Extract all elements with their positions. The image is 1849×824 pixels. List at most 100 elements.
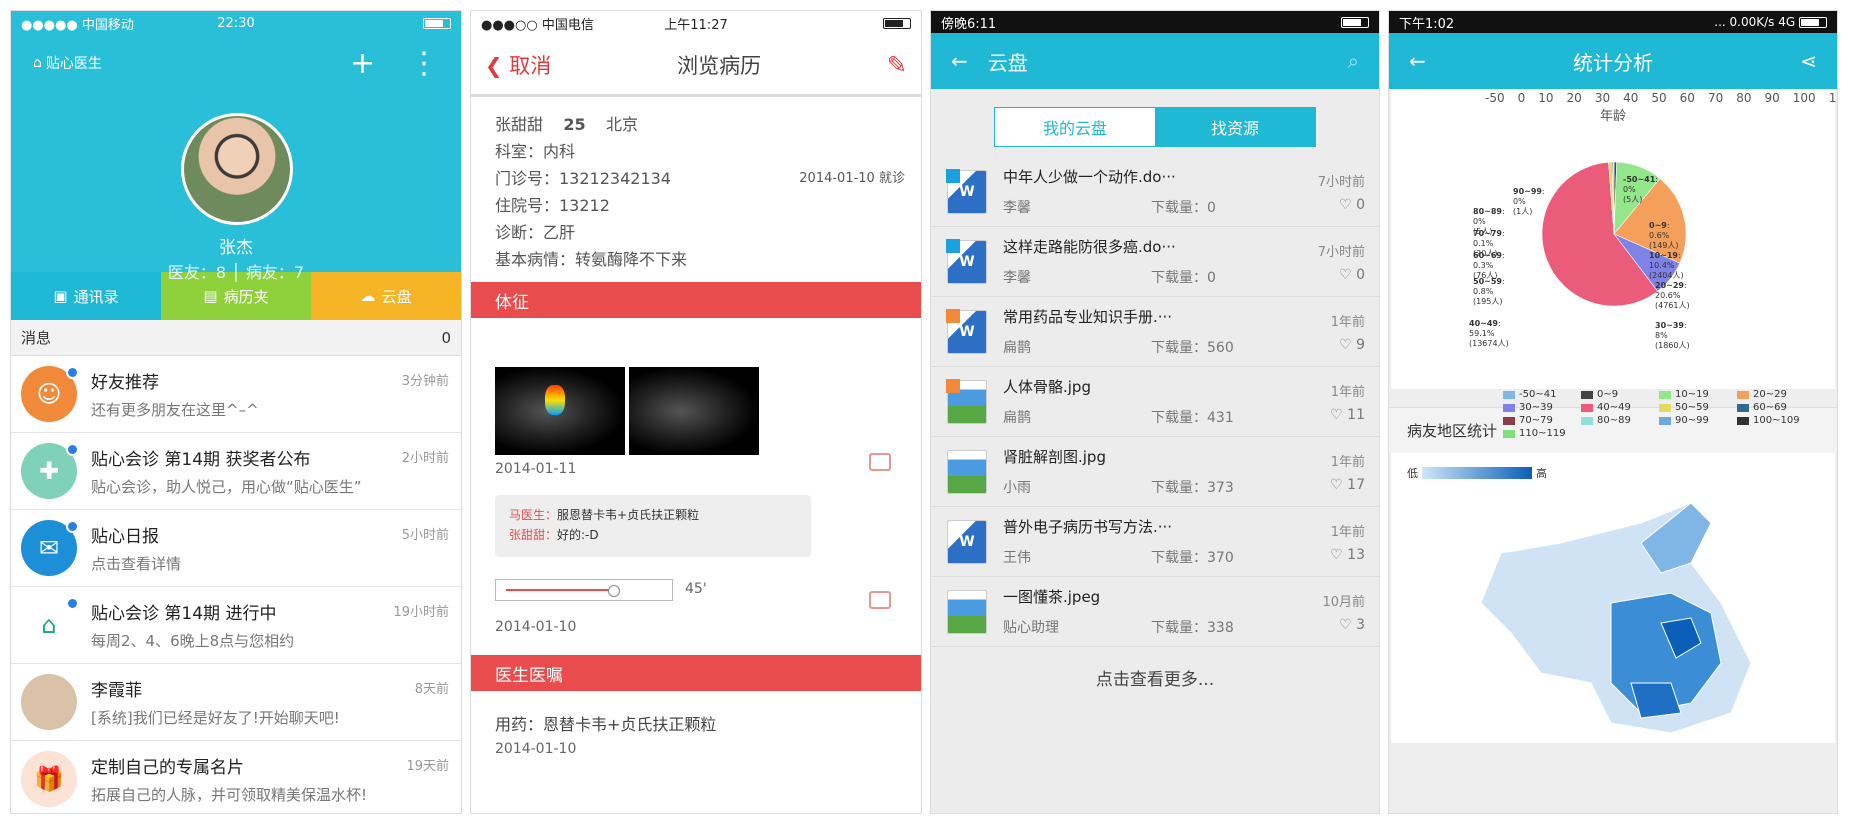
edit-icon[interactable]: ✎	[887, 51, 907, 79]
message-item[interactable]: ✚ 贴心会诊 第14期 获奖者公布 贴心会诊，助人悦己，用心做“贴心医生” 2小时前	[11, 433, 461, 510]
pie-data-label: 0~9: 0.6% (149人)	[1649, 221, 1679, 250]
screen-cloud-disk: 傍晚6:11 ← 云盘 ⌕ 我的云盘 找资源 W 中年人少做一个动作.do··· 李…	[930, 10, 1380, 814]
legend-entry[interactable]: 80~89	[1581, 415, 1659, 426]
label-count: 1860人	[1658, 341, 1687, 350]
medication: 用药：恩替卡韦+贞氏扶正颗粒	[495, 715, 717, 734]
heart-icon: ♡	[1339, 617, 1352, 633]
like-button[interactable]: ♡ 17	[1330, 477, 1365, 493]
message-item[interactable]: ☺ 好友推荐 还有更多朋友在这里^–^ 3分钟前	[11, 356, 461, 433]
ultrasound-image[interactable]	[629, 367, 759, 455]
back-arrow-icon[interactable]: ←	[1409, 49, 1426, 73]
file-time: 7小时前	[1317, 245, 1365, 260]
china-map[interactable]	[1391, 483, 1837, 743]
message-preview: 点击查看详情	[91, 555, 182, 573]
file-item[interactable]: W 这样走路能防很多癌.do··· 李馨 下载量：0 7小时前 ♡ 0	[931, 227, 1379, 297]
calendar-icon[interactable]	[869, 453, 891, 471]
patient-dept: 科室：内科	[495, 142, 576, 161]
legend-label: 100~109	[1753, 415, 1800, 426]
file-item[interactable]: 肾脏解剖图.jpg 小雨 下载量：373 1年前 ♡ 17	[931, 437, 1379, 507]
legend-entry[interactable]: 60~69	[1737, 402, 1815, 413]
message-title: 好友推荐	[91, 373, 159, 393]
mail-icon: ✉	[21, 520, 79, 576]
audio-player[interactable]	[495, 579, 673, 601]
download-count: 下载量：431	[1151, 410, 1234, 426]
like-button[interactable]: ♡ 0	[1339, 267, 1365, 283]
medication-date: 2014-01-10	[495, 741, 577, 757]
add-button[interactable]: +	[350, 46, 375, 81]
search-icon[interactable]: ⌕	[1348, 49, 1359, 73]
screen-profile: ●●●●● 中国移动 22:30 ⌂ 贴心医生 + ⋮ 张杰 医友：8 │ 病友：…	[10, 10, 462, 814]
label-count: 13674人	[1472, 339, 1506, 348]
cancel-button[interactable]: ❮ 取消	[485, 50, 551, 80]
gift-icon: 🎁	[21, 751, 77, 807]
battery-icon	[883, 17, 911, 29]
legend-label: 60~69	[1753, 402, 1787, 413]
user-avatar[interactable]	[181, 113, 293, 225]
file-item[interactable]: W 普外电子病历书写方法.··· 王伟 下载量：370 1年前 ♡ 13	[931, 507, 1379, 577]
legend-swatch	[1737, 390, 1749, 399]
legend-entry[interactable]: 110~119	[1503, 428, 1581, 439]
section-vitals: 体征	[471, 282, 921, 318]
heart-icon: ♡	[1330, 477, 1343, 493]
file-item[interactable]: W 中年人少做一个动作.do··· 李馨 下载量：0 7小时前 ♡ 0	[931, 157, 1379, 227]
tab-find-resources[interactable]: 找资源	[1155, 108, 1315, 146]
like-button[interactable]: ♡ 11	[1330, 407, 1365, 423]
legend-entry[interactable]: 100~109	[1737, 415, 1815, 426]
load-more-button[interactable]: 点击查看更多...	[931, 647, 1379, 690]
age-tick: 90	[1764, 91, 1780, 105]
legend-entry[interactable]: 0~9	[1581, 389, 1659, 400]
tab-my-cloud[interactable]: 我的云盘	[995, 108, 1155, 146]
file-item[interactable]: 一图懂茶.jpeg 贴心助理 下载量：338 10月前 ♡ 3	[931, 577, 1379, 647]
like-button[interactable]: ♡ 0	[1339, 197, 1365, 213]
screen-medical-record: ●●●○○ 中国电信 上午11:27 ❮ 取消 浏览病历 ✎ 张甜甜 25 北京…	[470, 10, 922, 814]
label-range: 0~9	[1649, 221, 1667, 230]
word-file-icon: W	[946, 238, 987, 284]
calendar-icon[interactable]	[869, 591, 891, 609]
label-pct: 8	[1655, 331, 1661, 340]
file-item[interactable]: W 常用药品专业知识手册.··· 扁鹊 下载量：560 1年前 ♡ 9	[931, 297, 1379, 367]
age-tick: 100	[1792, 91, 1816, 105]
label-count: 195人	[1476, 297, 1500, 306]
legend-swatch	[1503, 429, 1515, 438]
user-stats[interactable]: 医友：8 │ 病友：7	[11, 259, 461, 283]
message-item[interactable]: ⌂ 贴心会诊 第14期 进行中 每周2、4、6晚上8点与您相约 19小时前	[11, 587, 461, 664]
patient-info: 张甜甜 25 北京 科室：内科 门诊号：13212342134 2014-01-1…	[471, 97, 921, 282]
legend-entry[interactable]: 10~19	[1659, 389, 1737, 400]
message-title: 贴心会诊 第14期 获奖者公布	[91, 450, 311, 470]
nav-bar: ← 云盘 ⌕	[931, 33, 1379, 89]
message-item[interactable]: 李霞菲 [系统]我们已经是好友了!开始聊天吧! 8天前	[11, 664, 461, 741]
message-item[interactable]: 🎁 定制自己的专属名片 拓展自己的人脉，并可领取精美保温水杯! 19天前	[11, 741, 461, 813]
more-menu-button[interactable]: ⋮	[409, 46, 439, 81]
legend-entry[interactable]: 40~49	[1581, 402, 1659, 413]
legend-entry[interactable]: 50~59	[1659, 402, 1737, 413]
legend-entry[interactable]: -50~41	[1503, 389, 1581, 400]
like-button[interactable]: ♡ 3	[1339, 617, 1365, 633]
tab-label: 通讯录	[73, 287, 119, 306]
download-count: 下载量：338	[1151, 620, 1234, 636]
legend-entry[interactable]: 90~99	[1659, 415, 1737, 426]
message-item[interactable]: ✉ 贴心日报 点击查看详情 5小时前	[11, 510, 461, 587]
legend-entry[interactable]: 30~39	[1503, 402, 1581, 413]
legend-swatch	[1503, 390, 1515, 399]
message-time: 8天前	[414, 682, 449, 697]
new-badge	[946, 168, 960, 183]
visit-type: 就诊	[878, 171, 905, 186]
back-arrow-icon[interactable]: ←	[951, 49, 968, 73]
like-button[interactable]: ♡ 13	[1330, 547, 1365, 563]
ultrasound-image[interactable]	[495, 367, 625, 455]
share-icon[interactable]: ⋖	[1800, 49, 1817, 73]
label-count: 5人	[1476, 227, 1490, 236]
file-name: 人体骨骼.jpg	[1003, 378, 1091, 396]
like-button[interactable]: ♡ 9	[1339, 337, 1365, 353]
legend-entry[interactable]: 70~79	[1503, 415, 1581, 426]
nav-bar: ❮ 取消 浏览病历 ✎	[471, 35, 921, 97]
legend-entry[interactable]: 20~29	[1737, 389, 1815, 400]
file-item[interactable]: 人体骨骼.jpg 扁鹊 下载量：431 1年前 ♡ 11	[931, 367, 1379, 437]
nurse-icon: ✚	[21, 443, 79, 499]
age-tick: 80	[1736, 91, 1752, 105]
legend-swatch	[1503, 403, 1515, 412]
download-count: 下载量：0	[1151, 200, 1216, 216]
like-count: 17	[1347, 477, 1365, 493]
age-axis-ticks: -50 0 10 20 30 40 50 60 70 80 90 100 110	[1391, 89, 1837, 105]
label-range: 90~99	[1513, 187, 1542, 196]
